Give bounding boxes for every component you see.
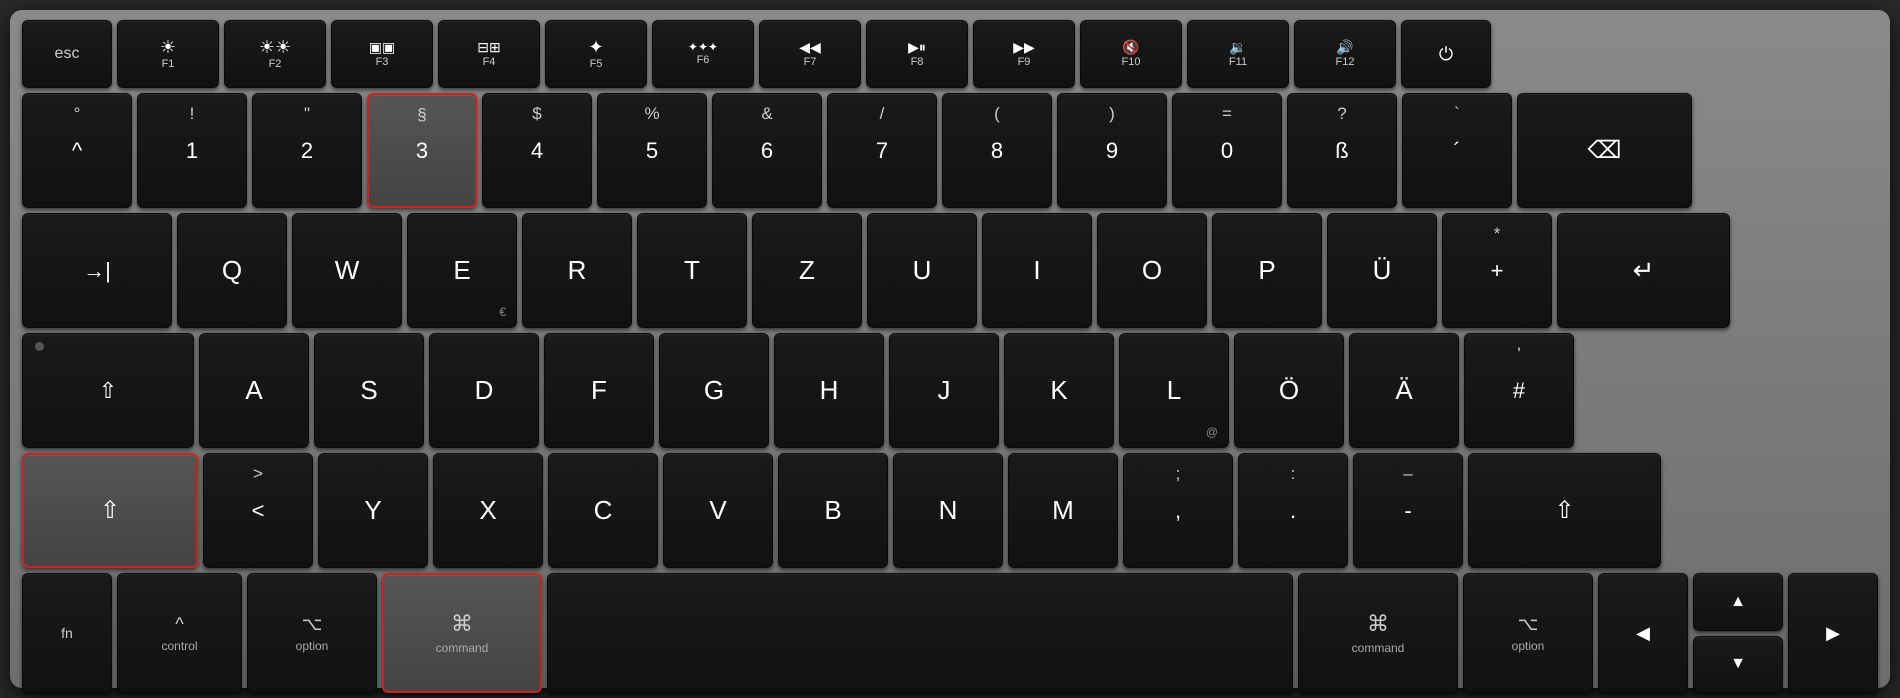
key-r[interactable]: R	[522, 213, 632, 328]
key-n[interactable]: N	[893, 453, 1003, 568]
key-f2[interactable]: ☀☀ F2	[224, 20, 326, 88]
key-acute[interactable]: ` ´	[1402, 93, 1512, 208]
key-arrow-down[interactable]: ▼	[1693, 636, 1783, 694]
key-f4[interactable]: ⊟⊞ F4	[438, 20, 540, 88]
key-space[interactable]	[547, 573, 1293, 693]
asdf-row: ⇧ A S D F G H J K L @ Ö	[22, 333, 1878, 448]
key-ctrl[interactable]: ^ control	[117, 573, 242, 693]
key-c[interactable]: C	[548, 453, 658, 568]
key-k[interactable]: K	[1004, 333, 1114, 448]
key-f3[interactable]: ▣▣ F3	[331, 20, 433, 88]
key-q[interactable]: Q	[177, 213, 287, 328]
key-g[interactable]: G	[659, 333, 769, 448]
key-arrow-up[interactable]: ▲	[1693, 573, 1783, 631]
key-0[interactable]: = 0	[1172, 93, 1282, 208]
key-shift-left[interactable]: ⇧	[22, 453, 198, 568]
key-angle[interactable]: > <	[203, 453, 313, 568]
key-f7[interactable]: ◀◀ F7	[759, 20, 861, 88]
key-t[interactable]: T	[637, 213, 747, 328]
key-v[interactable]: V	[663, 453, 773, 568]
key-b[interactable]: B	[778, 453, 888, 568]
bottom-row: fn ^ control ⌥ option ⌘ command ⌘ comman…	[22, 573, 1878, 693]
key-i[interactable]: I	[982, 213, 1092, 328]
key-f12[interactable]: 🔊 F12	[1294, 20, 1396, 88]
num-row: ° ^ ! 1 " 2 § 3 $ 4 % 5 & 6 / 7	[22, 93, 1878, 208]
key-l[interactable]: L @	[1119, 333, 1229, 448]
key-ae[interactable]: Ä	[1349, 333, 1459, 448]
key-ue[interactable]: Ü	[1327, 213, 1437, 328]
key-f10[interactable]: 🔇 F10	[1080, 20, 1182, 88]
key-arrow-left[interactable]: ◀	[1598, 573, 1688, 693]
key-slash[interactable]: – -	[1353, 453, 1463, 568]
key-p[interactable]: P	[1212, 213, 1322, 328]
key-3[interactable]: § 3	[367, 93, 477, 208]
key-9[interactable]: ) 9	[1057, 93, 1167, 208]
qwerty-row: →| Q W E € R T Z U I O P	[22, 213, 1878, 328]
key-j[interactable]: J	[889, 333, 999, 448]
key-a[interactable]: A	[199, 333, 309, 448]
key-enter[interactable]: ↵	[1557, 213, 1730, 328]
key-shift-right[interactable]: ⇧	[1468, 453, 1661, 568]
key-f[interactable]: F	[544, 333, 654, 448]
keyboard: esc ☀ F1 ☀☀ F2 ▣▣ F3 ⊟⊞ F4 ✦ F5 ✦✦✦ F6 ◀…	[10, 10, 1890, 688]
key-grave[interactable]: ° ^	[22, 93, 132, 208]
key-cmd-left[interactable]: ⌘ command	[382, 573, 542, 693]
fn-row: esc ☀ F1 ☀☀ F2 ▣▣ F3 ⊟⊞ F4 ✦ F5 ✦✦✦ F6 ◀…	[22, 20, 1878, 88]
key-u[interactable]: U	[867, 213, 977, 328]
key-8[interactable]: ( 8	[942, 93, 1052, 208]
key-2[interactable]: " 2	[252, 93, 362, 208]
key-option-left[interactable]: ⌥ option	[247, 573, 377, 693]
key-f6[interactable]: ✦✦✦ F6	[652, 20, 754, 88]
key-backspace[interactable]: ⌫	[1517, 93, 1692, 208]
key-power[interactable]: ⏻	[1401, 20, 1491, 88]
key-6[interactable]: & 6	[712, 93, 822, 208]
key-z[interactable]: Z	[752, 213, 862, 328]
key-4[interactable]: $ 4	[482, 93, 592, 208]
key-f1[interactable]: ☀ F1	[117, 20, 219, 88]
key-f9[interactable]: ▶▶ F9	[973, 20, 1075, 88]
key-s[interactable]: S	[314, 333, 424, 448]
zxcv-row: ⇧ > < Y X C V B N M ; , :	[22, 453, 1878, 568]
key-arrow-right[interactable]: ▶	[1788, 573, 1878, 693]
key-period[interactable]: : .	[1238, 453, 1348, 568]
key-x[interactable]: X	[433, 453, 543, 568]
key-fn[interactable]: fn	[22, 573, 112, 693]
key-h[interactable]: H	[774, 333, 884, 448]
key-esc[interactable]: esc	[22, 20, 112, 88]
key-1[interactable]: ! 1	[137, 93, 247, 208]
arrow-ud-group: ▲ ▼	[1693, 573, 1783, 693]
key-7[interactable]: / 7	[827, 93, 937, 208]
key-oe[interactable]: Ö	[1234, 333, 1344, 448]
key-caps[interactable]: ⇧	[22, 333, 194, 448]
key-m[interactable]: M	[1008, 453, 1118, 568]
key-plus[interactable]: * +	[1442, 213, 1552, 328]
key-cmd-right[interactable]: ⌘ command	[1298, 573, 1458, 693]
key-f8[interactable]: ▶⏸ F8	[866, 20, 968, 88]
key-hash[interactable]: ' #	[1464, 333, 1574, 448]
key-y[interactable]: Y	[318, 453, 428, 568]
key-f11[interactable]: 🔉 F11	[1187, 20, 1289, 88]
key-5[interactable]: % 5	[597, 93, 707, 208]
key-tab[interactable]: →|	[22, 213, 172, 328]
key-d[interactable]: D	[429, 333, 539, 448]
key-o[interactable]: O	[1097, 213, 1207, 328]
key-option-right[interactable]: ⌥ option	[1463, 573, 1593, 693]
key-comma[interactable]: ; ,	[1123, 453, 1233, 568]
key-ss[interactable]: ? ß	[1287, 93, 1397, 208]
key-w[interactable]: W	[292, 213, 402, 328]
key-f5[interactable]: ✦ F5	[545, 20, 647, 88]
key-e[interactable]: E €	[407, 213, 517, 328]
